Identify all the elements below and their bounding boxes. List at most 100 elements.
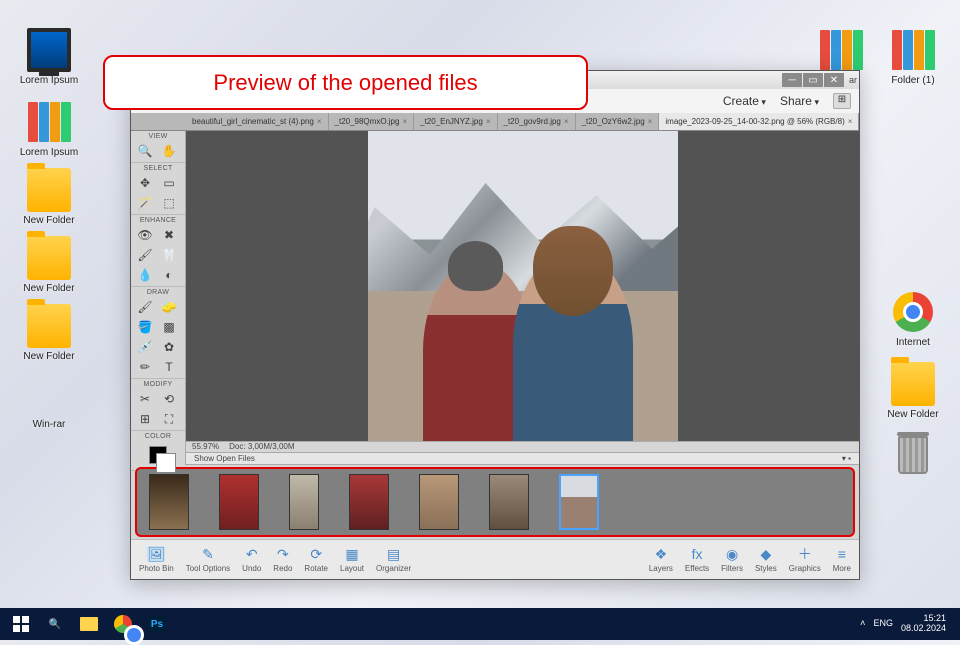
- more-button[interactable]: ≡More: [833, 546, 851, 573]
- wand-tool[interactable]: 🪄: [135, 194, 155, 212]
- blur-tool[interactable]: 💧: [135, 266, 155, 284]
- recompose-tool[interactable]: ⟲: [159, 390, 179, 408]
- close-icon[interactable]: ×: [848, 117, 853, 126]
- tab[interactable]: beautiful_girl_cinematic_st (4).png×: [186, 113, 329, 130]
- straighten-tool[interactable]: ⛶: [159, 410, 179, 428]
- desktop-icon-trash[interactable]: [878, 430, 948, 477]
- start-button[interactable]: [4, 610, 38, 638]
- gradient-tool[interactable]: ▩: [159, 318, 179, 336]
- icon-label: New Folder: [14, 283, 84, 294]
- menu-share[interactable]: Share: [780, 94, 819, 108]
- chrome-button[interactable]: [106, 610, 140, 638]
- desktop-icon-binders[interactable]: Folder (1): [878, 28, 948, 86]
- organizer-button[interactable]: ▤Organizer: [376, 546, 411, 573]
- layout-button[interactable]: ▦Layout: [340, 546, 364, 573]
- content-tool[interactable]: ⊞: [135, 410, 155, 428]
- layers-button[interactable]: ❖Layers: [649, 546, 673, 573]
- folder-icon: [27, 236, 71, 280]
- color-swatch[interactable]: [131, 442, 185, 468]
- redeye-tool[interactable]: 👁: [135, 226, 155, 244]
- layout-icon: ▦: [343, 546, 361, 562]
- brush-tool[interactable]: 🖌: [135, 298, 155, 316]
- thumb[interactable]: [489, 474, 529, 530]
- undo-button[interactable]: ↶Undo: [242, 546, 261, 573]
- bucket-tool[interactable]: 🪣: [135, 318, 155, 336]
- zoom-tool[interactable]: 🔍: [135, 142, 155, 160]
- minimize-button[interactable]: ─: [782, 73, 802, 87]
- lasso-tool[interactable]: ⬚: [159, 194, 179, 212]
- text-tool[interactable]: T: [159, 358, 179, 376]
- thumb[interactable]: [419, 474, 459, 530]
- taskbar: 🔍 Ps ˄ ENG 15:21 08.02.2024: [0, 608, 960, 640]
- explorer-button[interactable]: [72, 610, 106, 638]
- photoshop-button[interactable]: Ps: [140, 610, 174, 638]
- redo-button[interactable]: ↷Redo: [273, 546, 292, 573]
- sponge-tool[interactable]: ◐: [159, 266, 179, 284]
- desktop-icon-folder[interactable]: New Folder: [14, 304, 84, 362]
- tray-lang[interactable]: ENG: [873, 619, 893, 629]
- close-button[interactable]: ✕: [824, 73, 844, 87]
- canvas[interactable]: [186, 131, 859, 441]
- icon-label: Lorem Ipsum: [14, 75, 84, 86]
- tool-options-button[interactable]: ✎Tool Options: [186, 546, 230, 573]
- system-tray[interactable]: ˄ ENG 15:21 08.02.2024: [850, 614, 956, 634]
- crop-tool[interactable]: ✂: [135, 390, 155, 408]
- rotate-icon: ⟳: [307, 546, 325, 562]
- thumb[interactable]: [219, 474, 259, 530]
- shape-tool[interactable]: ✿: [159, 338, 179, 356]
- close-icon[interactable]: ×: [486, 117, 491, 126]
- desktop-icon-binders[interactable]: [806, 28, 876, 75]
- desktop-icon-chrome[interactable]: Internet: [878, 290, 948, 348]
- search-button[interactable]: 🔍: [38, 610, 72, 638]
- tray-chevron-icon[interactable]: ˄: [860, 619, 865, 629]
- tab[interactable]: _t20_OzY6w2.jpg×: [576, 113, 660, 130]
- binders-icon: [891, 28, 935, 72]
- help-button[interactable]: ⊞: [833, 93, 851, 109]
- open-files-bar[interactable]: Show Open Files ▾ ▪: [186, 453, 859, 465]
- desktop-icon-folder[interactable]: New Folder: [14, 168, 84, 226]
- tab[interactable]: _t20_gov9rd.jpg×: [498, 113, 576, 130]
- graphics-button[interactable]: ＋Graphics: [789, 546, 821, 573]
- close-icon[interactable]: ×: [648, 117, 653, 126]
- desktop-icon-pc[interactable]: Lorem Ipsum: [14, 28, 84, 86]
- marquee-tool[interactable]: ▭: [159, 174, 179, 192]
- zoom-value: 55.97%: [192, 442, 219, 451]
- close-icon[interactable]: ×: [317, 117, 322, 126]
- effects-button[interactable]: fxEffects: [685, 546, 709, 573]
- titlebar-suffix: ar: [849, 75, 857, 85]
- smart-brush-tool[interactable]: 🖌: [135, 246, 155, 264]
- thumb[interactable]: [349, 474, 389, 530]
- maximize-button[interactable]: ▭: [803, 73, 823, 87]
- eyedropper-tool[interactable]: 💉: [135, 338, 155, 356]
- desktop-icon-folder[interactable]: New Folder: [878, 362, 948, 420]
- desktop-icon-binders[interactable]: Lorem Ipsum: [14, 100, 84, 158]
- photo-bin-button[interactable]: 🖼Photo Bin: [139, 546, 174, 573]
- desktop-icon-archive[interactable]: Win-rar: [14, 372, 84, 430]
- whiten-tool[interactable]: 🦷: [159, 246, 179, 264]
- thumb[interactable]: [149, 474, 189, 530]
- close-icon[interactable]: ×: [402, 117, 407, 126]
- styles-button[interactable]: ◆Styles: [755, 546, 777, 573]
- rotate-button[interactable]: ⟳Rotate: [304, 546, 328, 573]
- tab[interactable]: _t20_98QmxO.jpg×: [329, 113, 415, 130]
- thumb[interactable]: [289, 474, 319, 530]
- menu-create[interactable]: Create: [723, 94, 766, 108]
- folder-icon: [27, 304, 71, 348]
- annotation-callout: Preview of the opened files: [103, 55, 588, 110]
- hand-tool[interactable]: ✋: [159, 142, 179, 160]
- icon-label: Win-rar: [14, 419, 84, 430]
- tab-active[interactable]: image_2023-09-25_14-00-32.png @ 56% (RGB…: [659, 113, 859, 130]
- folder-icon: [27, 168, 71, 212]
- undo-icon: ↶: [243, 546, 261, 562]
- desktop-icon-folder[interactable]: New Folder: [14, 236, 84, 294]
- trash-icon: [891, 430, 935, 474]
- tab[interactable]: _t20_EnJNYZ.jpg×: [414, 113, 497, 130]
- pencil-tool[interactable]: ✏: [135, 358, 155, 376]
- spot-tool[interactable]: ✖: [159, 226, 179, 244]
- move-tool[interactable]: ✥: [135, 174, 155, 192]
- filters-button[interactable]: ◉Filters: [721, 546, 743, 573]
- eraser-tool[interactable]: 🧽: [159, 298, 179, 316]
- thumb-selected[interactable]: [559, 474, 599, 530]
- document-tabs: beautiful_girl_cinematic_st (4).png× _t2…: [131, 113, 859, 131]
- close-icon[interactable]: ×: [564, 117, 569, 126]
